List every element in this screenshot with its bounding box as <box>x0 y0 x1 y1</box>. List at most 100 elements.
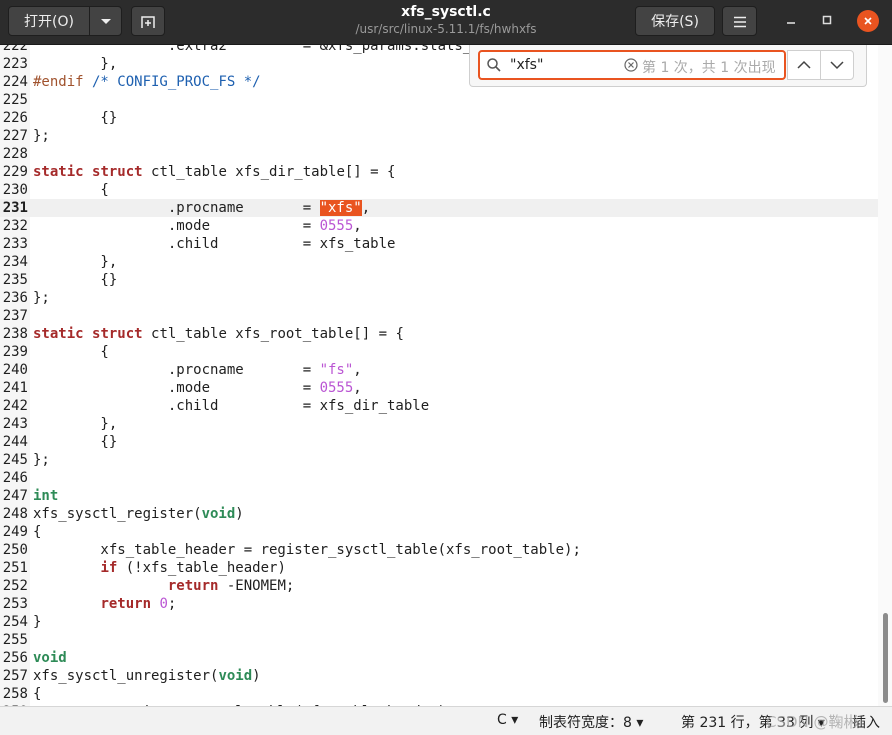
open-dropdown-button[interactable] <box>89 6 122 36</box>
code-line[interactable]: 251 if (!xfs_table_header) <box>0 559 878 577</box>
code-line[interactable]: 255 <box>0 631 878 649</box>
code-line[interactable]: 258 { <box>0 685 878 703</box>
minimize-button[interactable] <box>780 10 802 32</box>
line-number: 243 <box>2 416 28 432</box>
code-editor[interactable]: 222 .extra2 = &xfs_params.stats_clear.ma… <box>0 45 878 706</box>
line-number: 236 <box>2 290 28 306</box>
line-number: 222 <box>2 45 28 54</box>
line-text: }; <box>33 128 50 144</box>
line-text: return -ENOMEM; <box>167 578 295 594</box>
code-line[interactable]: 229 static struct ctl_table xfs_dir_table… <box>0 163 878 181</box>
code-line[interactable]: 249 { <box>0 523 878 541</box>
line-number: 258 <box>2 686 28 702</box>
line-number: 229 <box>2 164 28 180</box>
line-number: 244 <box>2 434 28 450</box>
line-number: 235 <box>2 272 28 288</box>
code-line[interactable]: 226 {} <box>0 109 878 127</box>
line-number: 234 <box>2 254 28 270</box>
line-text: int <box>33 488 59 504</box>
code-line[interactable]: 242 .child = xfs_dir_table <box>0 397 878 415</box>
menu-button[interactable] <box>722 6 757 36</box>
code-line[interactable]: 227}; <box>0 127 878 145</box>
line-text: }; <box>33 290 50 306</box>
code-line[interactable]: 234 }, <box>0 253 878 271</box>
line-text: { <box>33 524 42 540</box>
close-button[interactable] <box>857 10 879 32</box>
maximize-button[interactable] <box>816 10 838 32</box>
code-line[interactable]: 256 void <box>0 649 878 667</box>
new-tab-button[interactable] <box>131 6 165 36</box>
line-text: }, <box>33 254 118 270</box>
code-line[interactable]: 231 .procname = "xfs", <box>0 199 878 217</box>
line-text: if (!xfs_table_header) <box>100 560 286 576</box>
line-text: static struct ctl_table xfs_root_table[]… <box>33 326 404 342</box>
code-line[interactable]: 244 {} <box>0 433 878 451</box>
minimize-icon <box>787 22 795 24</box>
line-number: 231 <box>2 200 28 216</box>
code-line[interactable]: 237 <box>0 307 878 325</box>
line-text: static struct ctl_table xfs_dir_table[] … <box>33 164 396 180</box>
hamburger-icon <box>733 16 746 28</box>
code-line[interactable]: 232 .mode = 0555, <box>0 217 878 235</box>
code-line[interactable]: 239 { <box>0 343 878 361</box>
code-line[interactable]: 240 .procname = "fs", <box>0 361 878 379</box>
code-line[interactable]: 252 return -ENOMEM; <box>0 577 878 595</box>
line-number: 251 <box>2 560 28 576</box>
line-text: .procname = "fs", <box>33 362 362 378</box>
code-line[interactable]: 253 return 0; <box>0 595 878 613</box>
line-text: .mode = 0555, <box>33 218 362 234</box>
line-text: }; <box>33 452 50 468</box>
previous-match-button[interactable] <box>787 50 821 80</box>
code-line[interactable]: 233 .child = xfs_table <box>0 235 878 253</box>
code-line[interactable]: 243 }, <box>0 415 878 433</box>
code-line[interactable]: 228 <box>0 145 878 163</box>
search-icon <box>487 58 501 72</box>
code-line[interactable]: 225 <box>0 91 878 109</box>
code-line[interactable]: 238 static struct ctl_table xfs_root_tabl… <box>0 325 878 343</box>
code-line[interactable]: 241 .mode = 0555, <box>0 379 878 397</box>
clear-icon[interactable] <box>624 58 638 72</box>
save-button[interactable]: 保存(S) <box>635 6 715 36</box>
line-text: .procname = "xfs", <box>33 200 371 216</box>
line-number: 232 <box>2 218 28 234</box>
code-line[interactable]: 248 xfs_sysctl_register(void) <box>0 505 878 523</box>
line-text: {} <box>33 110 118 126</box>
line-number: 239 <box>2 344 28 360</box>
window-title: xfs_sysctl.c <box>401 4 491 20</box>
line-text: {} <box>33 272 118 288</box>
line-number: 250 <box>2 542 28 558</box>
line-number: 255 <box>2 632 28 648</box>
language-selector[interactable]: C ▾ <box>497 712 518 728</box>
code-line[interactable]: 246 <box>0 469 878 487</box>
line-number: 253 <box>2 596 28 612</box>
line-text: }, <box>33 56 118 72</box>
line-text: {} <box>33 434 118 450</box>
line-number: 227 <box>2 128 28 144</box>
code-line[interactable]: 236}; <box>0 289 878 307</box>
match-count: 第 1 次，共 1 次出现 <box>642 60 776 76</box>
next-match-button[interactable] <box>820 50 854 80</box>
line-text: } <box>33 614 42 630</box>
code-line[interactable]: 254} <box>0 613 878 631</box>
line-text: xfs_table_header = register_sysctl_table… <box>33 542 581 558</box>
tab-width-selector[interactable]: 制表符宽度：8 ▾ <box>539 712 643 732</box>
caret-down-icon <box>100 19 111 24</box>
code-line[interactable]: 247 int <box>0 487 878 505</box>
header-bar: 打开(O) xfs_sysctl.c /usr/src/linux-5.11.1… <box>0 0 892 45</box>
watermark: CSDN @鞠彬 <box>766 713 859 731</box>
code-line[interactable]: 250 xfs_table_header = register_sysctl_t… <box>0 541 878 559</box>
code-line[interactable]: 235 {} <box>0 271 878 289</box>
search-input[interactable]: "xfs" 第 1 次，共 1 次出现 <box>478 50 786 80</box>
line-number: 252 <box>2 578 28 594</box>
scrollbar-thumb[interactable] <box>883 613 888 703</box>
code-line[interactable]: 257 xfs_sysctl_unregister(void) <box>0 667 878 685</box>
chevron-down-icon <box>830 61 844 70</box>
code-line[interactable]: 230 { <box>0 181 878 199</box>
line-number: 237 <box>2 308 28 324</box>
code-line[interactable]: 245}; <box>0 451 878 469</box>
open-button[interactable]: 打开(O) <box>8 6 90 36</box>
line-number: 225 <box>2 92 28 108</box>
new-tab-icon <box>141 16 155 28</box>
line-text: return 0; <box>100 596 177 612</box>
vertical-scrollbar[interactable] <box>878 45 892 706</box>
